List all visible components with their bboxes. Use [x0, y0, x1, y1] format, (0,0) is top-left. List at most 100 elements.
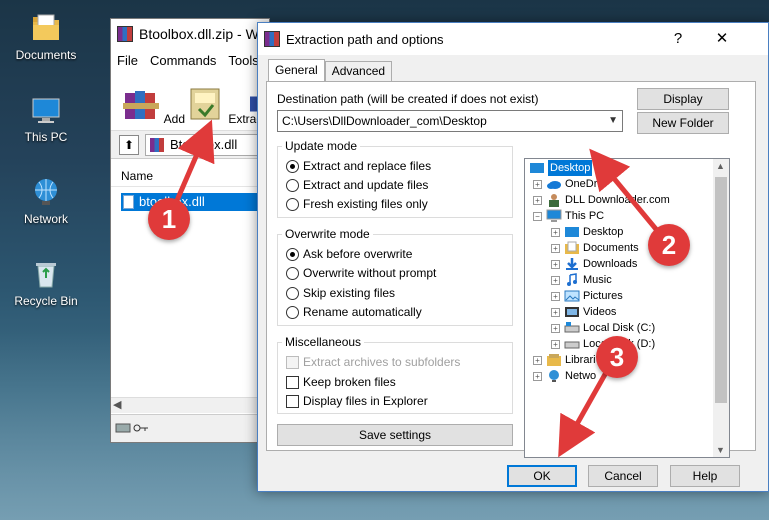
expand-icon[interactable]: +: [551, 323, 560, 333]
tree-item-documents[interactable]: + Documents: [551, 240, 639, 256]
expand-icon[interactable]: +: [551, 259, 560, 269]
videos-folder-icon: [565, 307, 579, 317]
scroll-up-icon[interactable]: ▲: [716, 161, 725, 171]
column-header-name[interactable]: Name: [111, 165, 269, 187]
expand-icon[interactable]: +: [551, 307, 560, 317]
desktop-icon-recycle-bin[interactable]: Recycle Bin: [6, 258, 86, 308]
scroll-left-icon[interactable]: ◀: [113, 398, 121, 411]
expand-icon[interactable]: +: [533, 355, 542, 365]
desktop-icon-this-pc[interactable]: This PC: [6, 94, 86, 144]
tree-item-onedrive[interactable]: + OneDri: [533, 176, 600, 192]
tree-item-local-disk-c[interactable]: + Local Disk (C:): [551, 320, 655, 336]
desktop-icon-documents[interactable]: Documents: [6, 12, 86, 62]
save-settings-button[interactable]: Save settings: [277, 424, 513, 446]
winrar-toolbar: Add Extract To T: [111, 71, 281, 131]
winrar-menu-bar: File Commands Tools: [111, 49, 269, 71]
radio-button[interactable]: [286, 159, 299, 173]
close-icon[interactable]: ✕: [712, 29, 732, 49]
cancel-button[interactable]: Cancel: [588, 465, 658, 487]
folder-tree[interactable]: Desktop + OneDri + DLL Downloader.com − …: [524, 158, 730, 458]
archive-icon: [150, 137, 164, 152]
chevron-down-icon[interactable]: ▼: [608, 111, 618, 131]
downloads-folder-icon: [566, 258, 578, 270]
radio-ask-before[interactable]: Ask before overwrite: [286, 247, 412, 261]
expand-icon[interactable]: +: [551, 243, 560, 253]
winrar-title-bar[interactable]: Btoolbox.dll.zip - Wi: [111, 19, 269, 49]
drive-icon: [564, 322, 580, 333]
radio-fresh-existing[interactable]: Fresh existing files only: [286, 197, 428, 211]
radio-extract-update[interactable]: Extract and update files: [286, 178, 428, 192]
radio-button[interactable]: [286, 247, 299, 261]
desktop-icon-label: Recycle Bin: [14, 294, 78, 308]
radio-button[interactable]: [286, 305, 299, 319]
tree-item-music[interactable]: + Music: [551, 272, 612, 288]
ok-button[interactable]: OK: [507, 465, 577, 487]
dll-file-icon: [123, 195, 134, 209]
extract-to-button[interactable]: Extract To: [185, 87, 281, 126]
recycle-bin-icon: [36, 263, 56, 288]
help-button[interactable]: Help: [670, 465, 740, 487]
libraries-icon: [547, 354, 561, 366]
expand-icon[interactable]: +: [533, 371, 542, 381]
radio-overwrite-without-prompt[interactable]: Overwrite without prompt: [286, 266, 436, 280]
tree-vertical-scrollbar[interactable]: ▲ ▼: [713, 159, 729, 457]
radio-button[interactable]: [286, 266, 299, 280]
general-panel: Destination path (will be created if doe…: [266, 81, 756, 458]
radio-button[interactable]: [286, 197, 299, 211]
overwrite-mode-group: Overwrite mode Ask before overwrite Over…: [277, 227, 513, 326]
new-folder-button[interactable]: New Folder: [637, 112, 729, 134]
expand-icon[interactable]: +: [551, 227, 560, 237]
checkbox-display-explorer[interactable]: Display files in Explorer: [286, 394, 428, 408]
expand-icon[interactable]: +: [533, 179, 542, 189]
pictures-folder-icon: [564, 290, 580, 302]
radio-extract-replace[interactable]: Extract and replace files: [286, 159, 431, 173]
radio-skip-existing[interactable]: Skip existing files: [286, 286, 395, 300]
scroll-down-icon[interactable]: ▼: [716, 445, 725, 455]
tree-item-user[interactable]: + DLL Downloader.com: [533, 192, 670, 208]
expand-icon[interactable]: +: [551, 275, 560, 285]
overwrite-mode-title: Overwrite mode: [282, 227, 373, 241]
checkbox-extract-subfolders: Extract archives to subfolders: [286, 355, 460, 369]
expand-icon[interactable]: +: [533, 195, 542, 205]
checkbox-keep-broken[interactable]: Keep broken files: [286, 375, 396, 389]
radio-button[interactable]: [286, 286, 299, 300]
dialog-title-bar[interactable]: Extraction path and options ? ✕: [258, 23, 768, 55]
scrollbar-thumb[interactable]: [715, 177, 727, 403]
desktop-icon-network[interactable]: Network: [6, 176, 86, 226]
horizontal-scrollbar[interactable]: ◀: [111, 397, 269, 413]
tree-item-libraries[interactable]: + Librari: [533, 352, 596, 368]
archive-path-text: Btoolbox.dll: [170, 136, 238, 152]
tree-item-this-pc[interactable]: − This PC: [533, 208, 604, 224]
expand-icon[interactable]: +: [551, 339, 560, 349]
option-label: Keep broken files: [303, 375, 396, 389]
radio-button[interactable]: [286, 178, 299, 192]
radio-rename-automatically[interactable]: Rename automatically: [286, 305, 422, 319]
file-list-item[interactable]: btoolbox.dll: [121, 193, 269, 211]
menu-tools[interactable]: Tools: [228, 53, 258, 68]
tree-item-desktop[interactable]: Desktop: [529, 160, 593, 176]
tree-item-network[interactable]: + Netwo: [533, 368, 596, 384]
menu-file[interactable]: File: [117, 53, 138, 68]
option-label: Skip existing files: [303, 286, 396, 300]
tree-item-pictures[interactable]: + Pictures: [551, 288, 623, 304]
menu-commands[interactable]: Commands: [150, 53, 216, 68]
archive-path-field[interactable]: Btoolbox.dll: [145, 133, 269, 156]
extraction-dialog: Extraction path and options ? ✕ General …: [257, 22, 769, 492]
tree-item-label: Librari: [565, 354, 596, 366]
expand-icon[interactable]: +: [551, 291, 560, 301]
add-button[interactable]: Add: [121, 87, 185, 126]
checkbox[interactable]: [286, 375, 299, 389]
checkbox[interactable]: [286, 394, 299, 408]
tab-general[interactable]: General: [268, 59, 325, 81]
help-icon[interactable]: ?: [668, 29, 688, 49]
up-folder-icon[interactable]: ⬆: [119, 134, 139, 155]
update-mode-title: Update mode: [282, 139, 361, 153]
documents-folder-icon: [565, 241, 579, 254]
tree-item-downloads[interactable]: + Downloads: [551, 256, 637, 272]
tree-item-videos[interactable]: + Videos: [551, 304, 616, 320]
destination-path-input[interactable]: C:\Users\DllDownloader_com\Desktop ▼: [277, 110, 623, 132]
tree-item-desktop-sub[interactable]: + Desktop: [551, 224, 623, 240]
collapse-icon[interactable]: −: [533, 211, 542, 221]
tab-advanced[interactable]: Advanced: [324, 61, 393, 81]
display-button[interactable]: Display: [637, 88, 729, 110]
